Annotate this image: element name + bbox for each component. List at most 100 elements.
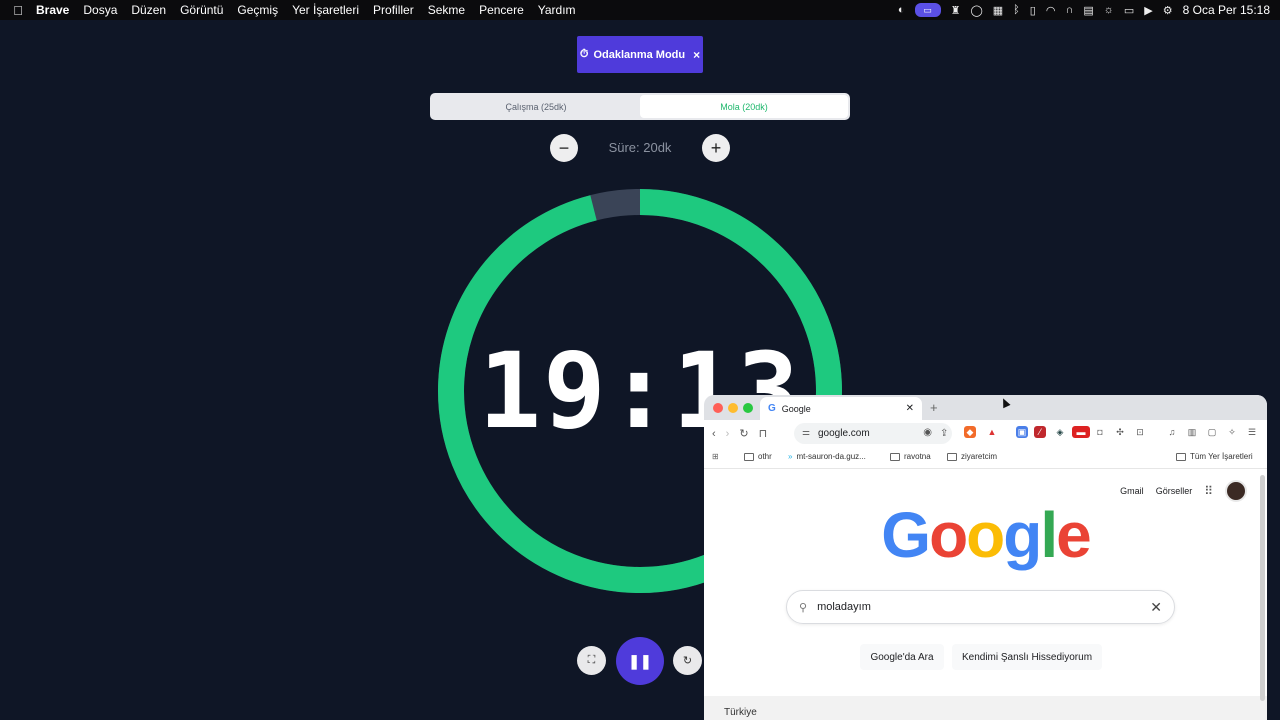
back-icon[interactable]: ‹ [712,428,716,440]
extensions-puzzle-icon[interactable]: ✣ [1114,426,1126,438]
bookmark-icon[interactable]: ⊓ [759,427,768,440]
clear-search-icon[interactable]: ✕ [1150,599,1162,616]
google-apps-icon[interactable]: ⠿ [1204,484,1213,498]
folder-icon [744,452,754,461]
menu-sekme[interactable]: Sekme [428,3,465,17]
site-settings-icon[interactable]: ⚌ [802,427,810,438]
new-tab-button[interactable]: + [930,400,938,415]
display-icon[interactable]: ▭ [1124,4,1134,17]
menu-gecmis[interactable]: Geçmiş [237,3,278,17]
close-tab-icon[interactable]: ✕ [906,403,914,414]
menu-yer-isaretleri[interactable]: Yer İşaretleri [292,3,359,17]
address-bar[interactable]: ⚌ google.com ◉ [794,423,952,444]
zoom-window-button[interactable] [743,403,753,413]
extension-icon[interactable]: ♜ [951,4,961,17]
forward-icon[interactable]: › [726,428,730,440]
battery-icon[interactable]: ▯ [1030,4,1036,17]
extension-4-icon[interactable]: ▬ [1072,426,1090,438]
folder-icon [1176,452,1186,461]
focus-mode-label: Odaklanma Modu [593,48,686,61]
google-homepage: Gmail Görseller ⠿ Google ⚲ moladayım ✕ G… [704,470,1267,720]
all-bookmarks-label: Tüm Yer İşaretleri [1190,452,1253,461]
wallet-icon[interactable]: ▢ [1206,426,1218,438]
bluetooth-icon[interactable]: ᛒ [1013,4,1020,16]
menu-brave[interactable]: Brave [36,3,69,17]
focus-mode-badge[interactable]: ⏱ Odaklanma Modu × [577,36,703,73]
menu-goruntu[interactable]: Görüntü [180,3,223,17]
menu-profiller[interactable]: Profiller [373,3,414,17]
camera-icon[interactable]: ◘ [1094,426,1106,438]
menu-clock[interactable]: 8 Oca Per 15:18 [1183,3,1270,17]
wifi-icon[interactable]: ◠ [1046,4,1056,17]
apple-menu-icon[interactable]:  [0,3,36,18]
address-text: google.com [818,428,870,439]
bookmark-ravotna[interactable]: ravotna [890,452,931,461]
bookmarks-bar: ⊞ othr » mt-sauron-da.guz... ravotna ziya… [704,447,1267,469]
feeling-lucky-button[interactable]: Kendimi Şanslı Hissediyorum [952,644,1102,670]
browser-window: G Google ✕ + ‹ › ↻ ⊓ ⚌ google.com ◉ ⇪ ◆ … [704,395,1267,720]
location-icon[interactable]: ◉ [923,427,932,438]
music-icon[interactable]: ♫ [1166,426,1178,438]
bookmark-mt-sauron[interactable]: » mt-sauron-da.guz... [788,452,866,461]
stopwatch-icon: ⏱ [579,48,589,60]
brightness-icon[interactable]: ☼ [1104,4,1114,16]
tab-break[interactable]: Mola (20dk) [640,95,848,118]
close-window-button[interactable] [713,403,723,413]
status-app-icon[interactable]: ◐ [898,4,905,16]
minimize-window-button[interactable] [728,403,738,413]
google-logo: Google [881,499,1091,571]
chat-icon[interactable]: ◯ [970,4,982,17]
tab-google[interactable]: G Google ✕ [760,397,922,420]
status-icons: ◐ ▭ ♜ ◯ ▦ ᛒ ▯ ◠ ∩ ▤ ☼ ▭ ▶ ⚙ 8 Oca Per 15… [898,0,1270,20]
decrease-duration-button[interactable]: − [550,134,578,162]
fullscreen-button[interactable]: ⛶ [577,646,606,675]
control-center-icon[interactable]: ⚙ [1163,4,1173,17]
menu-yardim[interactable]: Yardım [538,3,576,17]
menu-pencere[interactable]: Pencere [479,3,524,17]
google-footer: Türkiye [704,696,1267,720]
browser-toolbar: ‹ › ↻ ⊓ ⚌ google.com ◉ ⇪ ◆ ▲ ▣ ⁄ ◈ ▬ ◘ ✣… [704,420,1267,447]
media-icon[interactable]: ▶ [1144,4,1152,17]
google-search-button[interactable]: Google'da Ara [860,644,944,670]
menu-bar:  Brave Dosya Düzen Görüntü Geçmiş Yer İ… [0,0,1280,20]
menu-duzen[interactable]: Düzen [131,3,166,17]
bookmark-othr[interactable]: othr [744,452,772,461]
brave-rewards-icon[interactable]: ▲ [986,426,998,438]
duration-row: − Süre: 20dk + [550,134,730,162]
google-favicon-icon: G [768,403,776,414]
extension-2-icon[interactable]: ⁄ [1034,426,1046,438]
pause-button[interactable]: ❚❚ [616,637,664,685]
browser-titlebar[interactable]: G Google ✕ + [704,395,1267,420]
reload-icon[interactable]: ↻ [739,427,748,440]
mode-tabs: Çalışma (25dk) Mola (20dk) [430,93,850,120]
screenshot-icon[interactable]: ⊡ [1134,426,1146,438]
increase-duration-button[interactable]: + [702,134,730,162]
google-search-box[interactable]: ⚲ moladayım ✕ [786,590,1175,624]
bookmark-label: othr [758,452,772,461]
apps-grid-icon[interactable]: ⊞ [712,452,719,461]
calendar-icon[interactable]: ▦ [993,4,1003,17]
keyboard-icon[interactable]: ▤ [1083,4,1093,17]
close-icon[interactable]: × [693,48,700,62]
menu-icon[interactable]: ☰ [1246,426,1258,438]
bookmark-label: ziyaretcim [961,452,998,461]
bookmark-ziyaretcim[interactable]: ziyaretcim [947,452,997,461]
screen-share-icon[interactable]: ▭ [914,3,941,17]
tab-title: Google [781,403,811,414]
page-scrollbar[interactable] [1260,475,1265,701]
arrow-icon: » [788,452,793,461]
share-icon[interactable]: ⇪ [940,428,948,439]
headphones-icon[interactable]: ∩ [1065,4,1073,16]
search-input[interactable]: moladayım [817,601,871,613]
reset-button[interactable]: ↻ [673,646,702,675]
extension-3-icon[interactable]: ◈ [1054,426,1066,438]
images-link[interactable]: Görseller [1156,486,1193,496]
leo-ai-icon[interactable]: ✧ [1226,426,1238,438]
extension-1-icon[interactable]: ▣ [1016,426,1028,438]
sidebar-icon[interactable]: ▥ [1186,426,1198,438]
all-bookmarks[interactable]: Tüm Yer İşaretleri [1176,452,1253,461]
brave-shields-icon[interactable]: ◆ [964,426,976,438]
gmail-link[interactable]: Gmail [1120,486,1144,496]
menu-dosya[interactable]: Dosya [83,3,117,17]
tab-work[interactable]: Çalışma (25dk) [432,95,640,118]
